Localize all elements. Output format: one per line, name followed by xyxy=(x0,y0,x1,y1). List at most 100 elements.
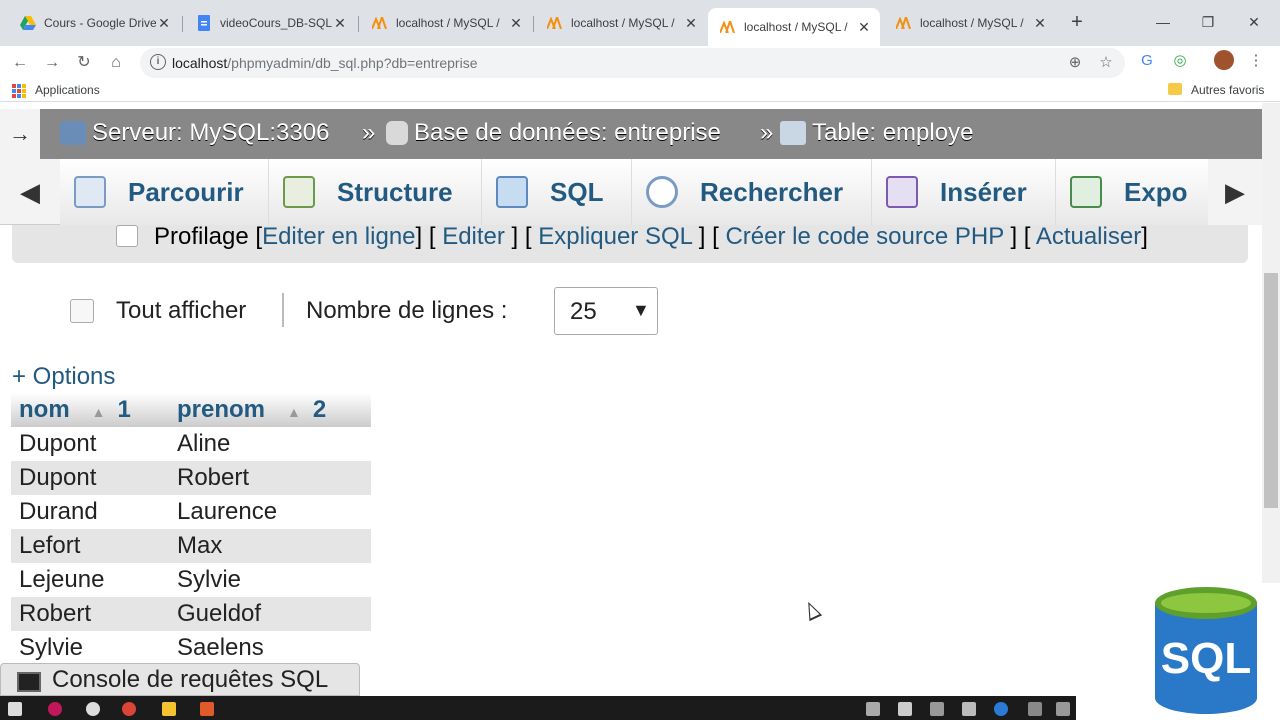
tab-label: SQL xyxy=(550,176,604,207)
close-tab-icon[interactable]: ✕ xyxy=(1032,15,1048,32)
apps-icon[interactable] xyxy=(12,84,26,98)
sql-console-toggle[interactable]: Console de requêtes SQL xyxy=(0,663,360,696)
scroll-left-icon[interactable]: ◀ xyxy=(0,159,60,225)
close-tab-icon[interactable]: ✕ xyxy=(508,15,524,32)
breadcrumb-table[interactable]: Table: employe xyxy=(780,119,973,147)
navigation-toggle-arrow[interactable]: → xyxy=(0,109,40,159)
cell-nom[interactable]: Robert xyxy=(11,597,169,631)
options-link[interactable]: + Options xyxy=(12,363,115,391)
translate-icon[interactable]: G xyxy=(1137,51,1157,71)
browser-tab[interactable]: localhost / MySQL / ✕ xyxy=(535,8,707,38)
tray-icon[interactable] xyxy=(994,702,1008,716)
tab-exporter[interactable]: Expo xyxy=(1056,159,1208,225)
cell-nom[interactable]: Dupont xyxy=(11,461,169,495)
breadcrumb-server[interactable]: Serveur: MySQL:3306 xyxy=(60,119,329,147)
minimize-icon[interactable]: — xyxy=(1143,8,1183,36)
sql-console-label: Console de requêtes SQL xyxy=(52,666,329,693)
cell-prenom[interactable]: Sylvie xyxy=(169,563,371,597)
column-header-prenom[interactable]: prenom ▲ 2 xyxy=(169,393,371,427)
tab-label: Expo xyxy=(1124,176,1188,207)
rows-count-label: Nombre de lignes : xyxy=(306,297,508,324)
tab-rechercher[interactable]: Rechercher xyxy=(632,159,872,225)
profile-avatar[interactable] xyxy=(1214,50,1234,70)
rows-count-select[interactable]: 25 ▼ xyxy=(554,287,658,335)
app-icon[interactable] xyxy=(48,702,62,716)
chrome-icon[interactable] xyxy=(122,702,136,716)
table-row: Dupont Aline xyxy=(11,427,371,461)
close-tab-icon[interactable]: ✕ xyxy=(332,15,348,32)
close-window-icon[interactable]: ✕ xyxy=(1234,8,1274,36)
scrollbar-thumb[interactable] xyxy=(1264,273,1278,508)
cell-nom[interactable]: Dupont xyxy=(11,427,169,461)
main-menu: ◀ Parcourir Structure SQL Rechercher Ins… xyxy=(0,159,1262,225)
scroll-right-icon[interactable]: ▶ xyxy=(1208,159,1262,225)
tab-label: Insérer xyxy=(940,176,1027,207)
browser-tab[interactable]: videoCours_DB-SQL ✕ xyxy=(184,8,356,38)
zoom-icon[interactable]: ⊕ xyxy=(1065,53,1085,73)
phpmyadmin-page: → Serveur: MySQL:3306 » Base de données:… xyxy=(0,103,1262,696)
volume-icon[interactable] xyxy=(1056,702,1070,716)
cell-nom[interactable]: Sylvie xyxy=(11,631,169,665)
profiling-checkbox[interactable] xyxy=(116,225,138,247)
cell-prenom[interactable]: Gueldof xyxy=(169,597,371,631)
info-icon[interactable]: i xyxy=(150,54,166,70)
column-header-nom[interactable]: nom ▲ 1 xyxy=(11,393,169,427)
tab-inserer[interactable]: Insérer xyxy=(872,159,1056,225)
forward-icon[interactable]: → xyxy=(38,49,66,77)
cell-prenom[interactable]: Aline xyxy=(169,427,371,461)
file-explorer-icon[interactable] xyxy=(162,702,176,716)
settings-icon[interactable] xyxy=(86,702,100,716)
cell-nom[interactable]: Durand xyxy=(11,495,169,529)
tab-structure[interactable]: Structure xyxy=(269,159,482,225)
cell-nom[interactable]: Lejeune xyxy=(11,563,169,597)
app-icon[interactable] xyxy=(200,702,214,716)
bookmark-star-icon[interactable]: ☆ xyxy=(1096,53,1116,73)
url-text[interactable]: localhost/phpmyadmin/db_sql.php?db=entre… xyxy=(172,55,478,71)
back-icon[interactable]: ← xyxy=(6,49,34,77)
tab-sql[interactable]: SQL xyxy=(482,159,632,225)
new-tab-button[interactable]: + xyxy=(1066,11,1088,33)
explain-sql-link[interactable]: Expliquer SQL xyxy=(538,223,692,250)
menu-dots-icon[interactable]: ⋮ xyxy=(1246,51,1266,71)
google-drive-icon xyxy=(20,15,36,31)
cell-prenom[interactable]: Saelens xyxy=(169,631,371,665)
address-bar[interactable]: i localhost/phpmyadmin/db_sql.php?db=ent… xyxy=(140,48,1125,78)
table-row: Robert Gueldof xyxy=(11,597,371,631)
windows-start-icon[interactable] xyxy=(8,702,22,716)
tray-icon[interactable] xyxy=(866,702,880,716)
show-all-checkbox[interactable] xyxy=(70,299,94,323)
create-php-code-link[interactable]: Créer le code source PHP xyxy=(725,223,1003,250)
tab-label: Rechercher xyxy=(700,176,844,207)
browser-tab[interactable]: Cours - Google Drive ✕ xyxy=(8,8,180,38)
apps-bookmark[interactable]: Applications xyxy=(35,83,100,97)
wifi-icon[interactable] xyxy=(1028,702,1042,716)
edit-link[interactable]: Editer xyxy=(442,223,505,250)
cell-prenom[interactable]: Robert xyxy=(169,461,371,495)
breadcrumb-database[interactable]: Base de données: entreprise xyxy=(386,119,721,147)
close-tab-icon[interactable]: ✕ xyxy=(683,15,699,32)
browser-tab-strip: Cours - Google Drive ✕ videoCours_DB-SQL… xyxy=(0,0,1280,46)
refresh-link[interactable]: Actualiser xyxy=(1036,223,1141,250)
column-name: prenom xyxy=(177,396,266,423)
other-bookmarks[interactable]: Autres favoris xyxy=(1191,83,1264,97)
close-tab-icon[interactable]: ✕ xyxy=(856,19,872,36)
browser-tab-active[interactable]: localhost / MySQL / ✕ xyxy=(708,8,880,46)
sort-order: 1 xyxy=(117,396,131,423)
tray-icon[interactable] xyxy=(962,702,976,716)
tray-icon[interactable] xyxy=(898,702,912,716)
cell-prenom[interactable]: Max xyxy=(169,529,371,563)
tab-parcourir[interactable]: Parcourir xyxy=(60,159,269,225)
cell-prenom[interactable]: Laurence xyxy=(169,495,371,529)
sql-database-logo: SQL xyxy=(1150,582,1262,720)
home-icon[interactable]: ⌂ xyxy=(102,49,130,77)
edit-inline-link[interactable]: Editer en ligne xyxy=(262,223,415,250)
cell-nom[interactable]: Lefort xyxy=(11,529,169,563)
browser-tab[interactable]: localhost / MySQL / ✕ xyxy=(884,8,1056,38)
close-tab-icon[interactable]: ✕ xyxy=(156,15,172,32)
tray-icon[interactable] xyxy=(930,702,944,716)
restore-icon[interactable]: ❐ xyxy=(1188,8,1228,36)
page-scrollbar[interactable] xyxy=(1262,103,1280,583)
extension-icon[interactable]: ◎ xyxy=(1170,51,1190,71)
browser-tab[interactable]: localhost / MySQL / ✕ xyxy=(360,8,532,38)
reload-icon[interactable]: ↻ xyxy=(70,49,98,77)
